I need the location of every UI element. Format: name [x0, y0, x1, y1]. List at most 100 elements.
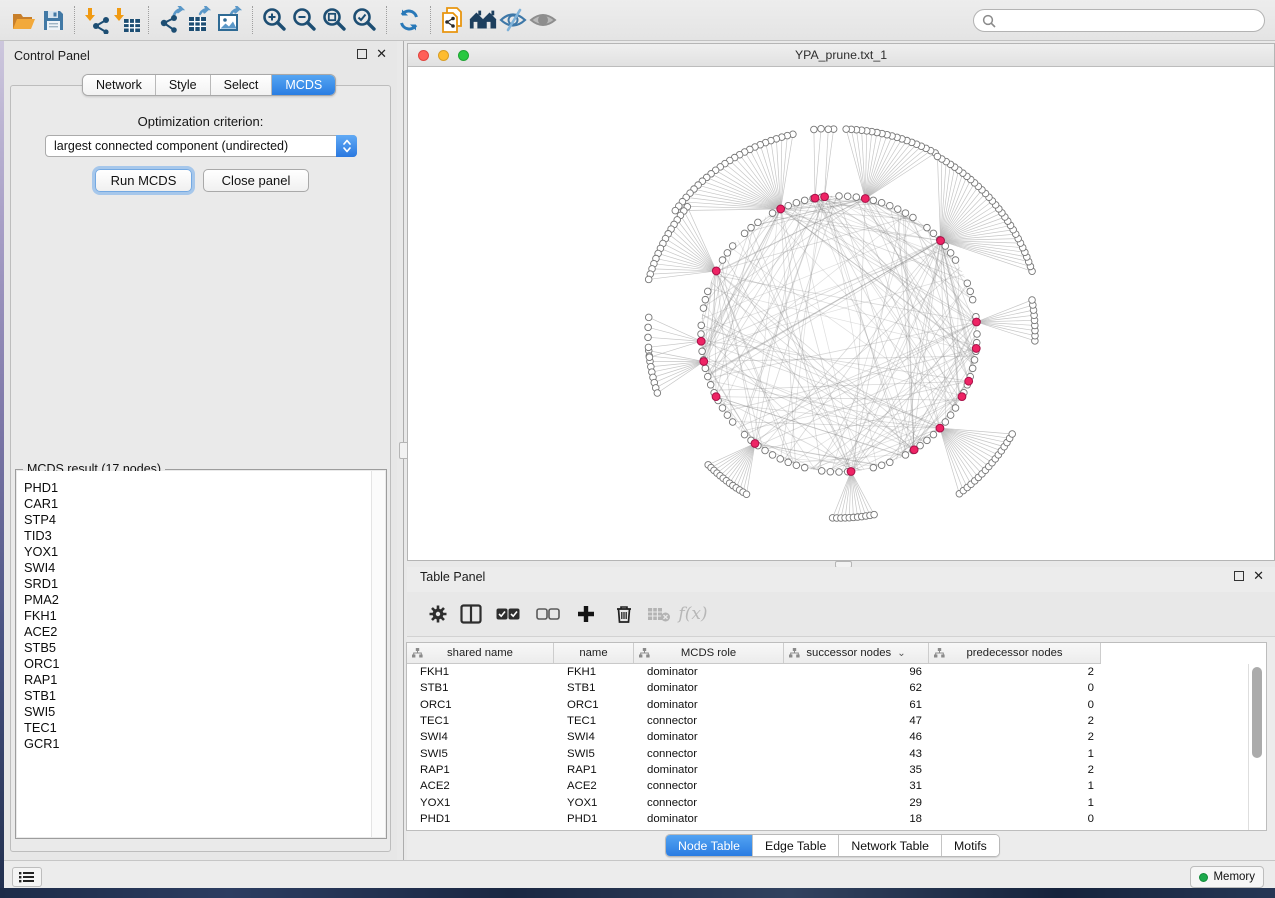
satellite-node[interactable] — [934, 153, 941, 160]
ring-node[interactable] — [702, 365, 709, 372]
ring-node[interactable] — [902, 210, 909, 217]
mcds-result-item[interactable]: STB5 — [17, 640, 385, 656]
mcds-hub-node[interactable] — [777, 205, 785, 213]
network-home-icon[interactable] — [468, 5, 498, 35]
ring-node[interactable] — [836, 193, 843, 200]
ring-node[interactable] — [702, 296, 709, 303]
tab-node-table[interactable]: Node Table — [666, 835, 753, 856]
mcds-result-list[interactable]: PHD1CAR1STP4TID3YOX1SWI4SRD1PMA2FKH1ACE2… — [17, 471, 385, 837]
column-header-name[interactable]: name — [554, 643, 634, 663]
ring-node[interactable] — [719, 405, 726, 412]
ring-node[interactable] — [887, 459, 894, 466]
ring-node[interactable] — [729, 243, 736, 250]
ring-node[interactable] — [971, 357, 978, 364]
table-row[interactable]: TEC1TEC1connector472 — [407, 713, 1248, 729]
ring-node[interactable] — [870, 464, 877, 471]
table-row[interactable]: ACE2ACE2connector311 — [407, 778, 1248, 794]
ring-node[interactable] — [748, 224, 755, 231]
table-row[interactable]: PHD1PHD1dominator180 — [407, 811, 1248, 827]
deselect-all-icon[interactable] — [533, 599, 563, 629]
table-row[interactable]: STB1STB1dominator620 — [407, 680, 1248, 696]
ring-node[interactable] — [947, 412, 954, 419]
refresh-icon[interactable] — [394, 5, 424, 35]
network-graph[interactable] — [408, 67, 1274, 560]
ring-node[interactable] — [793, 199, 800, 206]
ring-node[interactable] — [870, 197, 877, 204]
delete-row-icon[interactable] — [609, 599, 639, 629]
ring-node[interactable] — [930, 230, 937, 237]
ring-node[interactable] — [724, 250, 731, 257]
column-header-shared-name[interactable]: shared name — [407, 643, 554, 663]
ring-node[interactable] — [801, 464, 808, 471]
ring-node[interactable] — [741, 431, 748, 438]
table-row[interactable]: RAP1RAP1dominator352 — [407, 762, 1248, 778]
tab-mcds[interactable]: MCDS — [272, 75, 335, 95]
mcds-result-item[interactable]: SWI4 — [17, 560, 385, 576]
close-panel-icon[interactable]: ✕ — [376, 49, 387, 59]
optimization-criterion-dropdown[interactable]: largest connected component (undirected) — [45, 135, 357, 157]
ring-node[interactable] — [698, 331, 705, 338]
mcds-result-item[interactable]: TID3 — [17, 528, 385, 544]
search-box[interactable] — [973, 9, 1265, 32]
satellite-node[interactable] — [645, 344, 652, 351]
mcds-hub-node[interactable] — [712, 267, 720, 275]
ring-node[interactable] — [952, 257, 959, 264]
table-body[interactable]: FKH1FKH1dominator962STB1STB1dominator620… — [407, 664, 1248, 830]
table-row[interactable]: SWI4SWI4dominator462 — [407, 729, 1248, 745]
table-row[interactable]: FKH1FKH1dominator962 — [407, 664, 1248, 680]
ring-node[interactable] — [967, 288, 974, 295]
satellite-node[interactable] — [1009, 431, 1016, 438]
mcds-result-item[interactable]: GCR1 — [17, 736, 385, 752]
ring-node[interactable] — [878, 199, 885, 206]
mcds-result-item[interactable]: STB1 — [17, 688, 385, 704]
ring-node[interactable] — [755, 219, 762, 226]
mcds-result-item[interactable]: TEC1 — [17, 720, 385, 736]
ring-node[interactable] — [777, 456, 784, 463]
mcds-result-scrollbar[interactable] — [371, 471, 385, 837]
tab-edge-table[interactable]: Edge Table — [753, 835, 839, 856]
ring-node[interactable] — [801, 197, 808, 204]
ring-node[interactable] — [942, 419, 949, 426]
float-panel-icon[interactable] — [357, 49, 367, 59]
export-network-icon[interactable] — [156, 5, 186, 35]
mcds-hub-node[interactable] — [972, 345, 980, 353]
ring-node[interactable] — [698, 322, 705, 329]
network-view[interactable] — [408, 67, 1274, 560]
column-header-successor-nodes[interactable]: successor nodes⌄ — [784, 643, 929, 663]
mcds-hub-node[interactable] — [973, 318, 981, 326]
mcds-hub-node[interactable] — [821, 193, 829, 201]
ring-node[interactable] — [947, 250, 954, 257]
ring-node[interactable] — [707, 382, 714, 389]
ring-node[interactable] — [969, 296, 976, 303]
column-header-predecessor-nodes[interactable]: predecessor nodes — [929, 643, 1101, 663]
tab-network[interactable]: Network — [83, 75, 156, 95]
close-panel-icon[interactable]: ✕ — [1253, 571, 1264, 581]
select-all-icon[interactable] — [493, 599, 523, 629]
ring-node[interactable] — [729, 419, 736, 426]
satellite-node[interactable] — [871, 511, 878, 518]
zoom-out-icon[interactable] — [290, 5, 320, 35]
ring-node[interactable] — [785, 202, 792, 209]
ring-node[interactable] — [704, 373, 711, 380]
mcds-result-item[interactable]: SRD1 — [17, 576, 385, 592]
save-icon[interactable] — [38, 5, 68, 35]
mcds-result-item[interactable]: YOX1 — [17, 544, 385, 560]
mcds-hub-node[interactable] — [937, 237, 945, 245]
import-table-icon[interactable] — [112, 5, 142, 35]
ring-node[interactable] — [964, 280, 971, 287]
export-image-icon[interactable] — [216, 5, 246, 35]
satellite-node[interactable] — [672, 207, 679, 214]
satellite-node[interactable] — [645, 334, 652, 341]
ring-node[interactable] — [952, 405, 959, 412]
ring-node[interactable] — [699, 348, 706, 355]
mcds-result-item[interactable]: PHD1 — [17, 480, 385, 496]
satellite-node[interactable] — [843, 126, 850, 133]
tab-select[interactable]: Select — [211, 75, 273, 95]
ring-node[interactable] — [719, 257, 726, 264]
satellite-node[interactable] — [646, 354, 653, 361]
table-row[interactable]: SWI5SWI5connector431 — [407, 745, 1248, 761]
zoom-selected-icon[interactable] — [350, 5, 380, 35]
mcds-result-item[interactable]: FKH1 — [17, 608, 385, 624]
mcds-hub-node[interactable] — [847, 468, 855, 476]
mcds-hub-node[interactable] — [712, 393, 720, 401]
